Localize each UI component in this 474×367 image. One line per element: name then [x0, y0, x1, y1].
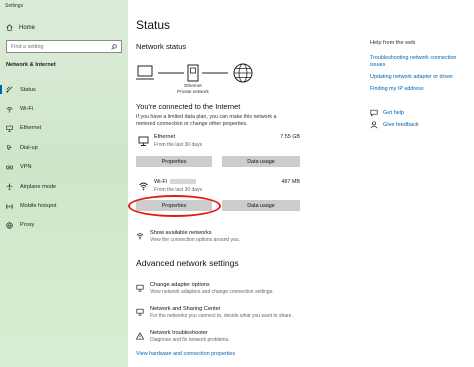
airplane-icon: [6, 183, 13, 190]
network-troubleshooter[interactable]: Network troubleshooter Diagnose and fix …: [136, 330, 230, 344]
show-available-networks[interactable]: Show available networks View the connect…: [136, 230, 240, 244]
change-adapter-options[interactable]: Change adapter options View network adap…: [136, 282, 274, 296]
search-input[interactable]: Find a setting: [6, 40, 122, 53]
vpn-icon: [6, 165, 13, 169]
help-link-ip[interactable]: Finding my IP address: [370, 86, 470, 93]
link-title: Network troubleshooter: [150, 330, 208, 336]
home-nav[interactable]: Home: [6, 24, 35, 31]
link-title: Show available networks: [150, 230, 212, 236]
sidebar-item-label: Airplane mode: [20, 183, 57, 190]
connection-period: From the last 30 days: [154, 187, 203, 193]
search-icon: [111, 43, 117, 50]
give-feedback-link[interactable]: Give feedback: [370, 121, 419, 129]
connection-data-size: 7.55 GB: [280, 134, 300, 140]
ethernet-icon: [138, 136, 149, 146]
sidebar-item-label: Dial-up: [20, 144, 38, 151]
sidebar-item-label: Ethernet: [20, 125, 42, 132]
sidebar-item-airplane[interactable]: Airplane mode: [0, 177, 128, 196]
ethernet-icon: [6, 125, 13, 132]
help-title: Help from the web: [370, 40, 416, 46]
sidebar-item-dialup[interactable]: Dial-up: [0, 138, 128, 157]
sharing-center-icon: [136, 308, 144, 316]
section-title: Network & Internet: [6, 62, 56, 68]
connected-heading: You're connected to the Internet: [136, 102, 241, 111]
router-icon: [187, 64, 199, 82]
link-subtitle: For the networks you connect to, decide …: [150, 313, 293, 319]
search-placeholder: Find a setting: [11, 43, 44, 50]
link-title: Change adapter options: [150, 282, 210, 288]
help-panel: Help from the web Troubleshooting networ…: [370, 40, 470, 98]
highlight-oval: [128, 195, 221, 217]
diagram-label-ethernet: Ethernet: [184, 83, 202, 88]
sidebar-item-label: Mobile hotspot: [20, 203, 57, 210]
window-title: Settings: [5, 3, 24, 9]
sidebar-item-label: Status: [20, 86, 36, 93]
sidebar-item-status[interactable]: Status: [0, 80, 128, 99]
advanced-settings-heading: Advanced network settings: [136, 258, 239, 268]
proxy-icon: [6, 222, 13, 229]
warning-icon: [136, 332, 144, 340]
help-chat-icon: [370, 109, 378, 117]
link-subtitle: View network adapters and change connect…: [150, 289, 274, 295]
connection-name: Wi-Fi: [154, 179, 197, 185]
page-title: Status: [136, 18, 171, 32]
dialup-icon: [6, 145, 12, 151]
redacted-ssid: [170, 179, 197, 185]
wifi-icon: [139, 182, 148, 191]
sidebar-item-label: VPN: [20, 164, 32, 171]
help-link-driver[interactable]: Updating network adapter or driver: [370, 74, 470, 81]
sidebar: Settings Home Find a setting Network & I…: [0, 0, 128, 367]
status-icon: [6, 86, 13, 93]
wifi-icon: [136, 233, 144, 240]
wifi-data-usage-button[interactable]: Data usage: [222, 200, 300, 211]
network-status-heading: Network status: [136, 42, 187, 51]
hardware-properties-link[interactable]: View hardware and connection properties: [136, 351, 235, 357]
connection-period: From the last 30 days: [154, 142, 203, 148]
sidebar-item-vpn[interactable]: VPN: [0, 158, 128, 177]
globe-icon: [233, 63, 253, 83]
get-help-link[interactable]: Get help: [370, 109, 404, 117]
wifi-icon: [6, 106, 13, 113]
wifi-name-label: Wi-Fi: [154, 179, 168, 185]
link-subtitle: View the connection options around you.: [150, 237, 240, 243]
ethernet-data-usage-button[interactable]: Data usage: [222, 156, 300, 167]
sidebar-item-proxy[interactable]: Proxy: [0, 216, 128, 235]
get-help-label: Get help: [383, 110, 405, 116]
connection-name: Ethernet: [154, 134, 176, 140]
sidebar-item-ethernet[interactable]: Ethernet: [0, 119, 128, 138]
ethernet-properties-button[interactable]: Properties: [136, 156, 212, 167]
home-icon: [6, 24, 13, 31]
give-feedback-label: Give feedback: [383, 122, 419, 128]
home-label: Home: [19, 24, 36, 31]
metered-explain-text: If you have a limited data plan, you can…: [136, 114, 277, 127]
sidebar-item-wifi[interactable]: Wi-Fi: [0, 99, 128, 118]
link-subtitle: Diagnose and fix network problems.: [150, 337, 230, 343]
network-diagram: Ethernet Private network: [136, 62, 266, 102]
network-sharing-center[interactable]: Network and Sharing Center For the netwo…: [136, 306, 293, 320]
sidebar-nav: Status Wi-Fi Ethernet Dial-up VPN Airpla…: [0, 80, 128, 235]
adapter-icon: [136, 284, 144, 292]
sidebar-item-label: Proxy: [20, 222, 35, 229]
link-title: Network and Sharing Center: [150, 306, 221, 312]
hotspot-icon: [6, 203, 13, 209]
connection-data-size: 487 MB: [281, 179, 300, 185]
pc-icon: [136, 65, 154, 80]
sidebar-item-label: Wi-Fi: [20, 106, 34, 113]
sidebar-item-hotspot[interactable]: Mobile hotspot: [0, 196, 128, 215]
help-link-troubleshooting[interactable]: Troubleshooting network connection issue…: [370, 55, 470, 69]
feedback-icon: [370, 121, 378, 129]
diagram-label-private: Private network: [177, 89, 209, 94]
